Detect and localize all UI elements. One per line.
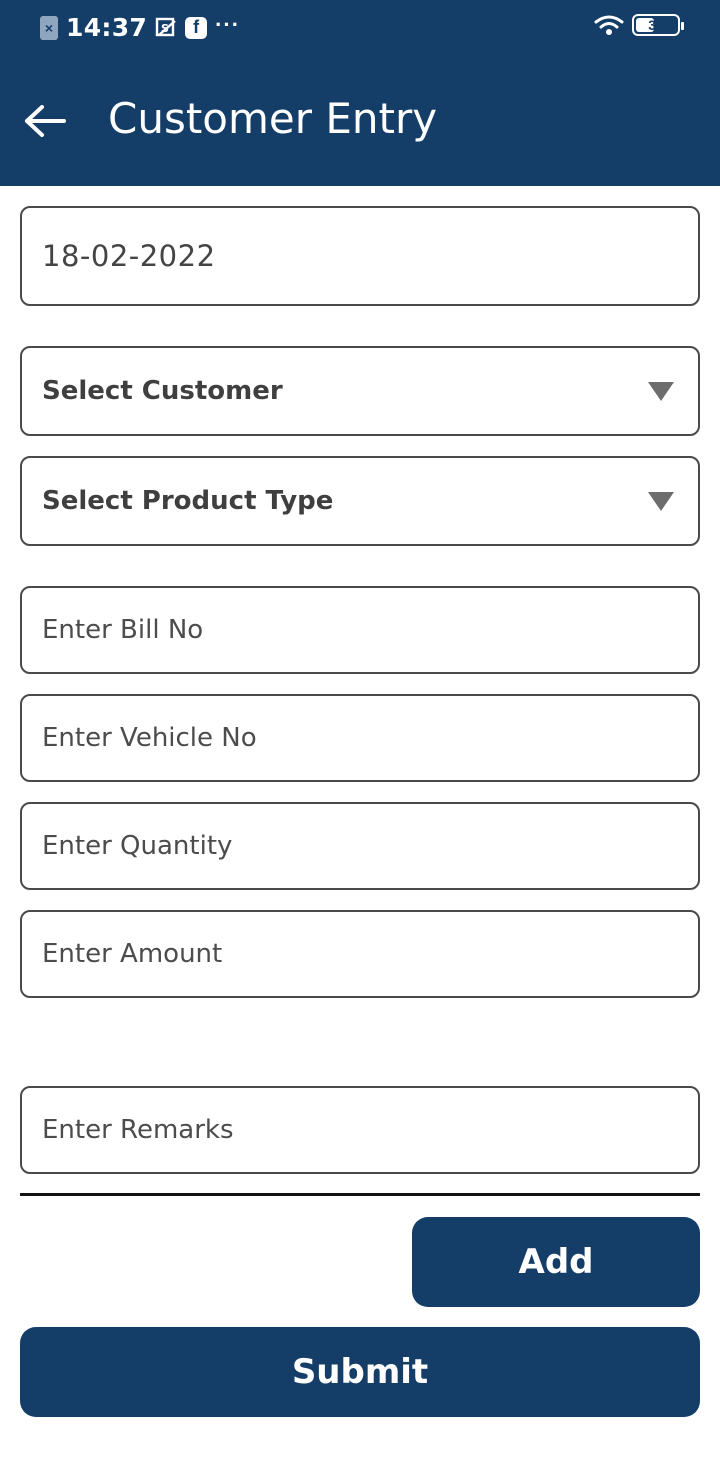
screenshot-icon: S: [155, 17, 176, 36]
status-time: 14:37: [66, 13, 148, 42]
arrow-left-icon: [25, 105, 66, 137]
remarks-field[interactable]: [20, 1086, 700, 1174]
vehicle-no-input[interactable]: [42, 723, 698, 753]
more-icon: ···: [215, 11, 241, 37]
add-button[interactable]: Add: [412, 1217, 700, 1307]
vehicle-no-field[interactable]: [20, 694, 700, 782]
quantity-input[interactable]: [42, 831, 698, 861]
sim-error-icon: ×: [40, 15, 58, 40]
quantity-field[interactable]: [20, 802, 700, 890]
svg-text:S: S: [161, 22, 169, 35]
remarks-input[interactable]: [42, 1115, 698, 1145]
status-bar: × 14:37 S f ··· 35: [0, 0, 720, 58]
status-left: × 14:37 S f ···: [40, 11, 241, 42]
divider: [20, 1193, 700, 1196]
customer-select-label: Select Customer: [42, 376, 283, 406]
page-title: Customer Entry: [108, 94, 438, 143]
bill-no-field[interactable]: [20, 586, 700, 674]
dropdown-arrow-icon: [648, 492, 674, 511]
facebook-icon: f: [185, 16, 208, 39]
date-value: 18-02-2022: [42, 239, 216, 273]
product-type-select-label: Select Product Type: [42, 486, 334, 516]
app-bar: × 14:37 S f ··· 35 Customer Entry: [0, 0, 720, 186]
customer-select[interactable]: Select Customer: [20, 346, 700, 436]
amount-input[interactable]: [42, 939, 698, 969]
date-field[interactable]: 18-02-2022: [20, 206, 700, 306]
product-type-select[interactable]: Select Product Type: [20, 456, 700, 546]
submit-button[interactable]: Submit: [20, 1327, 700, 1417]
wifi-icon: [594, 15, 624, 35]
amount-field[interactable]: [20, 910, 700, 998]
battery-level: 35: [648, 17, 664, 33]
status-right: 35: [594, 14, 684, 36]
dropdown-arrow-icon: [648, 382, 674, 401]
back-button[interactable]: [20, 96, 70, 146]
battery-icon: 35: [632, 14, 684, 36]
bill-no-input[interactable]: [42, 615, 698, 645]
